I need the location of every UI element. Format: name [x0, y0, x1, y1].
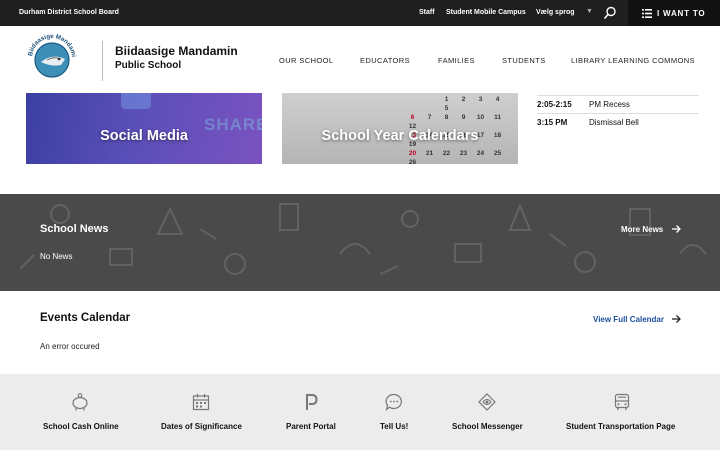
- calendar-day: 20: [408, 150, 417, 157]
- schedule-divider: [537, 95, 699, 96]
- events-error-text: An error occured: [40, 342, 100, 351]
- p-logo-icon: [306, 394, 318, 410]
- calendar-day: 8: [444, 114, 449, 121]
- student-mobile-campus-link[interactable]: Student Mobile Campus: [446, 9, 526, 16]
- calendar-day: 9: [461, 114, 466, 121]
- arrow-right-icon[interactable]: [671, 314, 681, 324]
- schedule-time: 2:05-2:15: [537, 100, 572, 109]
- doodle-pattern: [19, 203, 707, 275]
- chevron-down-icon: ▼: [586, 8, 593, 15]
- calendar-day: 2: [461, 96, 466, 103]
- calendar-day: 11: [494, 114, 501, 121]
- nav-our-school[interactable]: OUR SCHOOL: [279, 56, 333, 65]
- piggy-bank-icon: [72, 393, 88, 411]
- no-news-text: No News: [40, 252, 73, 261]
- events-calendar-title: Events Calendar: [40, 312, 131, 324]
- school-news-section: School News No News More News: [0, 194, 720, 291]
- site-header: Biidaasige Mandamin Biidaasige Mandamin …: [0, 26, 720, 93]
- school-name[interactable]: Biidaasige Mandamin: [115, 44, 238, 58]
- calendar-day: 3: [478, 96, 483, 103]
- quick-link-parent-portal[interactable]: Parent Portal: [281, 374, 341, 450]
- nav-families[interactable]: FAMILIES: [438, 56, 475, 65]
- calendar-day: 10: [476, 114, 485, 121]
- more-news-link[interactable]: More News: [621, 225, 663, 234]
- quick-link-label: Parent Portal: [286, 422, 336, 431]
- quick-link-label: Dates of Significance: [161, 422, 242, 431]
- quick-link-school-messenger[interactable]: School Messenger: [445, 374, 535, 450]
- social-media-title: Social Media: [100, 128, 188, 144]
- board-link[interactable]: Durham District School Board: [19, 9, 119, 16]
- nav-library-learning-commons[interactable]: LIBRARY LEARNING COMMONS: [571, 56, 695, 65]
- menu-icon: [642, 9, 652, 18]
- search-icon[interactable]: [603, 6, 617, 20]
- schedule-divider: [537, 113, 699, 114]
- quick-link-student-transportation[interactable]: Student Transportation Page: [535, 374, 720, 450]
- quick-links-bar: School Cash Online Dates of Significance…: [0, 374, 720, 450]
- header-divider: [102, 41, 103, 81]
- arrow-right-icon[interactable]: [671, 224, 681, 234]
- quick-link-tell-us[interactable]: Tell Us!: [341, 374, 445, 450]
- quick-link-label: Student Transportation Page: [566, 422, 676, 431]
- schedule-label: PM Recess: [589, 100, 630, 109]
- schedule-time: 3:15 PM: [537, 118, 568, 127]
- i-want-to-button[interactable]: I WANT TO: [628, 0, 720, 26]
- calendar-day: 21: [425, 150, 434, 157]
- chat-bubble-icon: [385, 393, 402, 412]
- thumbs-up-graphic: [121, 93, 151, 109]
- calendar-row: 1 2 3 4 5: [404, 95, 518, 113]
- language-select[interactable]: Vælg sprog: [536, 9, 575, 16]
- school-year-calendars-card[interactable]: 1 2 3 45 6 7 8 9 10 1112 13 14 15 16 17 1819 20 21 22 23 24 2…: [282, 93, 518, 164]
- school-news-title: School News: [40, 223, 109, 235]
- quick-link-label: School Messenger: [452, 422, 523, 431]
- utility-bar: Durham District School Board Staff Stude…: [0, 0, 720, 26]
- school-year-calendars-title: School Year Calendars: [321, 128, 479, 144]
- calendar-day: 1: [444, 96, 449, 103]
- calendar-day: 6: [410, 114, 415, 121]
- i-want-to-label: I WANT TO: [657, 9, 706, 18]
- calendar-day: 26: [408, 159, 417, 164]
- calendar-day: 7: [427, 114, 432, 121]
- calendar-row: 20 21 22 23 24 25 26: [404, 149, 518, 164]
- staff-link[interactable]: Staff: [419, 9, 435, 16]
- nav-educators[interactable]: EDUCATORS: [360, 56, 410, 65]
- calendar-day: 24: [476, 150, 485, 157]
- quick-link-label: Tell Us!: [380, 422, 409, 431]
- calendar-day: 25: [493, 150, 502, 157]
- school-logo[interactable]: Biidaasige Mandamin: [23, 29, 81, 87]
- nav-students[interactable]: STUDENTS: [502, 56, 546, 65]
- quick-link-school-cash-online[interactable]: School Cash Online: [0, 374, 161, 450]
- calendar-day: 5: [444, 105, 449, 112]
- schedule-label: Dismissal Bell: [589, 118, 639, 127]
- quick-link-dates-of-significance[interactable]: Dates of Significance: [161, 374, 281, 450]
- calendar-day: 4: [495, 96, 500, 103]
- calendar-day: 22: [442, 150, 451, 157]
- calendar-day: 23: [459, 150, 468, 157]
- messenger-icon: [478, 393, 496, 411]
- bus-icon: [614, 393, 630, 410]
- view-full-calendar-link[interactable]: View Full Calendar: [593, 315, 664, 324]
- social-media-card[interactable]: SHARE Social Media: [26, 93, 262, 164]
- calendar-icon: [192, 394, 210, 411]
- school-subtitle[interactable]: Public School: [115, 60, 181, 71]
- quick-link-label: School Cash Online: [43, 422, 119, 431]
